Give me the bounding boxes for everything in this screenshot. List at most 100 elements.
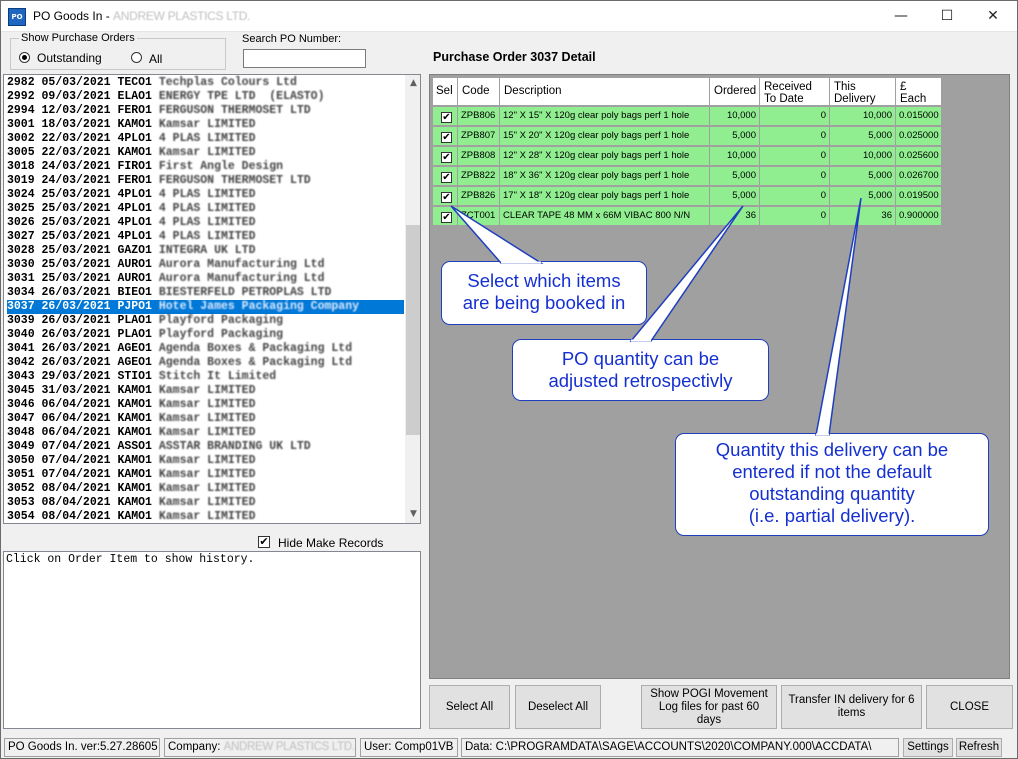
row-select-checkbox[interactable]: ✔ — [433, 167, 458, 186]
po-list-row[interactable]: 3027 25/03/2021 4PLO1 4 PLAS LIMITED — [7, 230, 404, 244]
po-date: 22/03/2021 — [41, 146, 111, 159]
scroll-up-icon[interactable]: ▲ — [405, 75, 420, 92]
po-list-row[interactable]: 3041 26/03/2021 AGEO1 Agenda Boxes & Pac… — [7, 342, 404, 356]
po-list-row[interactable]: 3025 25/03/2021 4PLO1 4 PLAS LIMITED — [7, 202, 404, 216]
scroll-down-icon[interactable]: ▼ — [405, 506, 420, 523]
row-ordered-qty[interactable]: 36 — [710, 207, 760, 226]
row-this-delivery-qty[interactable]: 10,000 — [830, 107, 896, 126]
po-list-row[interactable]: 3028 25/03/2021 GAZO1 INTEGRA UK LTD — [7, 244, 404, 258]
po-list-row[interactable]: 3037 26/03/2021 PJPO1 Hotel James Packag… — [7, 300, 404, 314]
maximize-button[interactable]: ☐ — [924, 1, 970, 31]
po-list-row[interactable]: 3053 08/04/2021 KAMO1 Kamsar LIMITED — [7, 496, 404, 510]
po-list-row[interactable]: 3052 08/04/2021 KAMO1 Kamsar LIMITED — [7, 482, 404, 496]
po-list-row[interactable]: 3026 25/03/2021 4PLO1 4 PLAS LIMITED — [7, 216, 404, 230]
close-window-button[interactable]: ✕ — [970, 1, 1016, 31]
po-list-row[interactable]: 3034 26/03/2021 BIEO1 BIESTERFELD PETROP… — [7, 286, 404, 300]
po-list-row[interactable]: 3039 26/03/2021 PLAO1 Playford Packaging — [7, 314, 404, 328]
row-select-checkbox[interactable]: ✔ — [433, 147, 458, 166]
hide-make-records-label[interactable]: Hide Make Records — [278, 536, 383, 550]
po-list-row[interactable]: 3054 08/04/2021 KAMO1 Kamsar LIMITED — [7, 510, 404, 523]
row-description: 12" X 15" X 120g clear poly bags perf 1 … — [500, 107, 710, 126]
checkbox-icon[interactable]: ✔ — [441, 132, 452, 143]
po-list-row[interactable]: 3005 22/03/2021 KAMO1 Kamsar LIMITED — [7, 146, 404, 160]
history-text: Click on Order Item to show history. — [6, 553, 255, 566]
po-list-scrollbar[interactable]: ▲ ▼ — [405, 75, 420, 523]
minimize-button[interactable]: — — [878, 1, 924, 31]
checkbox-icon[interactable]: ✔ — [441, 172, 452, 183]
po-number: 3005 — [7, 146, 35, 159]
row-select-checkbox[interactable]: ✔ — [433, 127, 458, 146]
po-list-row[interactable]: 3051 07/04/2021 KAMO1 Kamsar LIMITED — [7, 468, 404, 482]
all-radio[interactable] — [131, 52, 142, 63]
po-list-row[interactable]: 2982 05/03/2021 TECO1 Techplas Colours L… — [7, 76, 404, 90]
transfer-in-delivery-button[interactable]: Transfer IN delivery for 6 items — [781, 685, 922, 729]
po-number: 3019 — [7, 174, 35, 187]
outstanding-radio-label[interactable]: Outstanding — [37, 51, 102, 65]
row-description: 17" X 18" X 120g clear poly bags perf 1 … — [500, 187, 710, 206]
row-this-delivery-qty[interactable]: 5,000 — [830, 127, 896, 146]
callout-select-items: Select which items are being booked in — [441, 261, 647, 325]
checkbox-icon[interactable]: ✔ — [441, 152, 452, 163]
scrollbar-thumb[interactable] — [406, 225, 420, 435]
po-supplier-code: FERO1 — [117, 174, 152, 187]
item-history-panel[interactable]: Click on Order Item to show history. — [3, 551, 421, 729]
row-select-checkbox[interactable]: ✔ — [433, 187, 458, 206]
select-all-button[interactable]: Select All — [429, 685, 510, 729]
po-list-row[interactable]: 3047 06/04/2021 KAMO1 Kamsar LIMITED — [7, 412, 404, 426]
hide-make-records-checkbox[interactable]: ✔ — [258, 536, 270, 548]
po-supplier-name: 4 PLAS LIMITED — [158, 132, 256, 145]
po-list-row[interactable]: 3045 31/03/2021 KAMO1 Kamsar LIMITED — [7, 384, 404, 398]
po-number: 3026 — [7, 216, 35, 229]
po-list-row[interactable]: 3040 26/03/2021 PLAO1 Playford Packaging — [7, 328, 404, 342]
search-po-input[interactable] — [243, 49, 366, 68]
po-supplier-name: Kamsar LIMITED — [158, 412, 256, 425]
po-number: 3043 — [7, 370, 35, 383]
po-list-row[interactable]: 3050 07/04/2021 KAMO1 Kamsar LIMITED — [7, 454, 404, 468]
po-date: 06/04/2021 — [41, 398, 111, 411]
po-list-row[interactable]: 3043 29/03/2021 STIO1 Stitch It Limited — [7, 370, 404, 384]
row-ordered-qty[interactable]: 10,000 — [710, 147, 760, 166]
row-ordered-qty[interactable]: 10,000 — [710, 107, 760, 126]
all-radio-label[interactable]: All — [149, 52, 162, 66]
row-ordered-qty[interactable]: 5,000 — [710, 127, 760, 146]
po-list-row[interactable]: 3049 07/04/2021 ASSO1 ASSTAR BRANDING UK… — [7, 440, 404, 454]
row-received-to-date: 0 — [760, 147, 830, 166]
settings-button[interactable]: Settings — [903, 738, 953, 757]
checkbox-icon[interactable]: ✔ — [441, 112, 452, 123]
row-this-delivery-qty[interactable]: 5,000 — [830, 167, 896, 186]
row-select-checkbox[interactable]: ✔ — [433, 107, 458, 126]
po-supplier-code: BIEO1 — [117, 286, 152, 299]
po-list-row[interactable]: 3030 25/03/2021 AURO1 Aurora Manufacturi… — [7, 258, 404, 272]
po-supplier-name: Hotel James Packaging Company — [158, 300, 359, 313]
status-bar: PO Goods In. ver:5.27.28605 Company: AND… — [1, 737, 1017, 758]
outstanding-radio[interactable] — [19, 52, 30, 63]
po-date: 09/03/2021 — [41, 90, 111, 103]
po-list-row[interactable]: 3002 22/03/2021 4PLO1 4 PLAS LIMITED — [7, 132, 404, 146]
po-list-row[interactable]: 2994 12/03/2021 FERO1 FERGUSON THERMOSET… — [7, 104, 404, 118]
po-date: 06/04/2021 — [41, 426, 111, 439]
po-list-row[interactable]: 2992 09/03/2021 ELAO1 ENERGY TPE LTD (EL… — [7, 90, 404, 104]
po-list-row[interactable]: 3048 06/04/2021 KAMO1 Kamsar LIMITED — [7, 426, 404, 440]
po-list-row[interactable]: 3046 06/04/2021 KAMO1 Kamsar LIMITED — [7, 398, 404, 412]
po-list-row[interactable]: 3018 24/03/2021 FIRO1 First Angle Design — [7, 160, 404, 174]
show-pogi-movement-button[interactable]: Show POGI Movement Log files for past 60… — [641, 685, 777, 729]
po-list-row[interactable]: 3019 24/03/2021 FERO1 FERGUSON THERMOSET… — [7, 174, 404, 188]
po-list-row[interactable]: 3001 18/03/2021 KAMO1 Kamsar LIMITED — [7, 118, 404, 132]
row-select-checkbox[interactable]: ✔ — [433, 207, 458, 226]
checkbox-icon[interactable]: ✔ — [441, 192, 452, 203]
po-list-row[interactable]: 3024 25/03/2021 4PLO1 4 PLAS LIMITED — [7, 188, 404, 202]
po-list-row[interactable]: 3042 26/03/2021 AGEO1 Agenda Boxes & Pac… — [7, 356, 404, 370]
app-icon: PO — [8, 8, 26, 26]
row-this-delivery-qty[interactable]: 5,000 — [830, 187, 896, 206]
row-ordered-qty[interactable]: 5,000 — [710, 167, 760, 186]
checkbox-icon[interactable]: ✔ — [441, 212, 452, 223]
row-this-delivery-qty[interactable]: 36 — [830, 207, 896, 226]
row-this-delivery-qty[interactable]: 10,000 — [830, 147, 896, 166]
po-list-row[interactable]: 3031 25/03/2021 AURO1 Aurora Manufacturi… — [7, 272, 404, 286]
purchase-order-list[interactable]: 2982 05/03/2021 TECO1 Techplas Colours L… — [3, 74, 421, 524]
close-button[interactable]: CLOSE — [926, 685, 1013, 729]
row-ordered-qty[interactable]: 5,000 — [710, 187, 760, 206]
deselect-all-button[interactable]: Deselect All — [515, 685, 601, 729]
po-date: 26/03/2021 — [41, 314, 111, 327]
refresh-button[interactable]: Refresh — [956, 738, 1002, 757]
